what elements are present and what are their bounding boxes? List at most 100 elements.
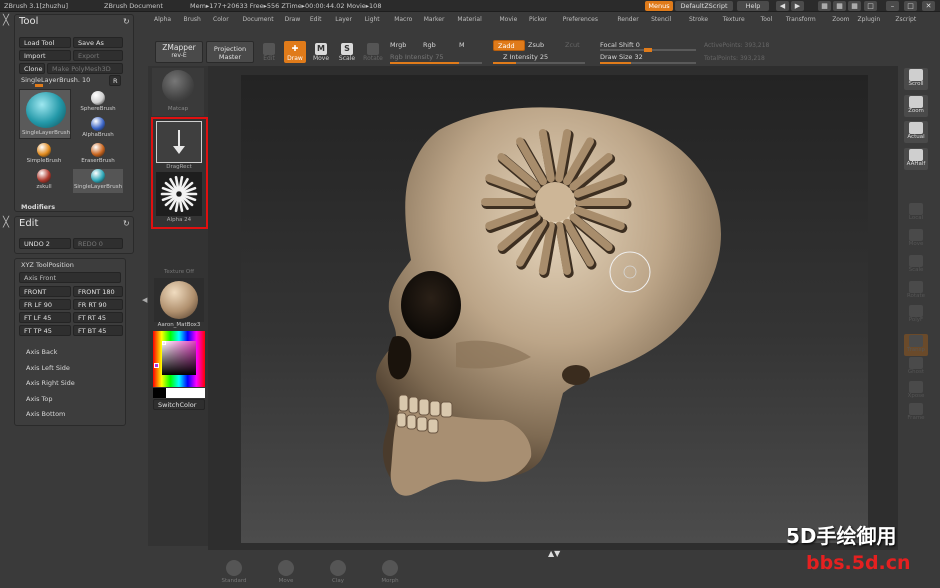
tray-rotate[interactable]: Rotate [904,280,928,302]
tray-move[interactable]: Move [904,228,928,250]
tray-local[interactable]: Local [904,202,928,224]
menu-movie[interactable]: Movie [500,16,518,23]
tool-panel-refresh-icon[interactable]: ↻ [123,17,130,26]
xyz-ft-rt-45-button[interactable]: FT RT 45 [73,312,123,323]
focal-shift-knob[interactable] [644,48,652,52]
bottom-brush-clay[interactable]: Clay [318,560,358,584]
edit-mode-button[interactable]: Edit [258,41,280,63]
draw-mode-button[interactable]: ✚ Draw [284,41,306,63]
bottom-brush-move[interactable]: Move [266,560,306,584]
bottom-brush-standard[interactable]: Standard [214,560,254,584]
menu-texture[interactable]: Texture [723,16,745,23]
load-tool-button[interactable]: Load Tool [19,37,71,48]
lock-icon[interactable]: □ [864,1,877,11]
secondary-color-swatch[interactable] [166,388,205,398]
zmapper-button[interactable]: ZMapper rev-E [155,41,203,63]
brush-singlelayerbrush[interactable]: SingleLayerBrush [73,169,123,193]
layout-2-icon[interactable]: ▦ [833,1,846,11]
xyz-ft-lf-45-button[interactable]: FT LF 45 [19,312,71,323]
brush-spherebrush[interactable]: SphereBrush [73,91,123,115]
alpha-swatch[interactable] [156,172,202,216]
minimize-icon[interactable]: – [886,1,899,11]
skull-model[interactable] [241,75,868,543]
r-button[interactable]: R [109,75,121,86]
menu-marker[interactable]: Marker [424,16,445,23]
bottom-brush-morph[interactable]: Morph [370,560,410,584]
menu-draw[interactable]: Draw [285,16,301,23]
texture-label[interactable]: Texture Off [152,269,206,275]
redo-button[interactable]: REDO 0 [73,238,123,249]
maximize-icon[interactable]: □ [904,1,917,11]
xyz-front-button[interactable]: FRONT [19,286,71,297]
menu-alpha[interactable]: Alpha [154,16,171,23]
current-tool-thumbnail[interactable]: SingleLayerBrush [19,89,71,139]
xyz-ft-bt-45-button[interactable]: FT BT 45 [73,325,123,336]
menu-zplugin[interactable]: Zplugin [858,16,881,23]
menu-edit[interactable]: Edit [310,16,322,23]
menus-button[interactable]: Menus [645,1,673,11]
tray-frame[interactable]: Frame [904,402,928,424]
move-mode-button[interactable]: M Move [310,41,332,63]
scale-mode-button[interactable]: S Scale [336,41,358,63]
switch-color-button[interactable]: SwitchColor [153,399,205,410]
material2-swatch[interactable] [154,278,204,322]
menu-brush[interactable]: Brush [184,16,201,23]
xyz-ft-tp-45-button[interactable]: FT TP 45 [19,325,71,336]
main-color-swatch[interactable] [153,388,166,398]
menu-layer[interactable]: Layer [335,16,352,23]
menu-material[interactable]: Material [457,16,481,23]
clone-button[interactable]: Clone [19,63,45,74]
canvas[interactable] [241,75,868,543]
menu-preferences[interactable]: Preferences [563,16,598,23]
canvas-scroll-arrow-icon[interactable]: ▲▼ [548,549,560,558]
menu-color[interactable]: Color [213,16,229,23]
mrgb-button[interactable]: Mrgb [390,41,406,49]
menu-zoom[interactable]: Zoom [832,16,849,23]
color-picker[interactable] [153,331,205,387]
menu-render[interactable]: Render [617,16,638,23]
menu-document[interactable]: Document [243,16,274,23]
close-icon[interactable]: ✕ [922,1,935,11]
xyz-front-180-button[interactable]: FRONT 180 [73,286,123,297]
xyz-fr-rt-90-button[interactable]: FR RT 90 [73,299,123,310]
material-swatch[interactable]: Matcap [152,68,204,116]
tray-actual[interactable]: Actual [904,121,928,143]
tray-zoom[interactable]: Zoom [904,95,928,117]
axis-item-axis-top[interactable]: Axis Top [26,395,53,403]
menu-stroke[interactable]: Stroke [689,16,708,23]
layout-3-icon[interactable]: ▦ [848,1,861,11]
menu-macro[interactable]: Macro [394,16,412,23]
axis-front-header[interactable]: Axis Front [19,272,121,283]
menu-zscript[interactable]: Zscript [895,16,916,23]
modifiers-label[interactable]: Modifiers [21,203,55,211]
zcut-button[interactable]: Zcut [565,41,580,49]
make-polymesh-button[interactable]: Make PolyMesh3D [47,63,123,74]
zadd-button[interactable]: Zadd [493,40,525,51]
tray-xpose[interactable]: Xpose [904,380,928,402]
tray-aahalf[interactable]: AAHalf [904,148,928,170]
axis-item-axis-back[interactable]: Axis Back [26,348,57,356]
undo-button[interactable]: UNDO 2 [19,238,71,249]
import-button[interactable]: Import [19,50,71,61]
rgb-button[interactable]: Rgb [423,41,436,49]
nav-back-icon[interactable]: ◀ [776,1,789,11]
axis-item-axis-left-side[interactable]: Axis Left Side [26,364,70,372]
zsub-button[interactable]: Zsub [528,41,544,49]
tray-scale[interactable]: Scale [904,254,928,276]
rotate-mode-button[interactable]: Rotate [362,41,384,63]
tray-ghost[interactable]: Ghost [904,356,928,378]
brush-simplebrush[interactable]: SimpleBrush [19,143,69,167]
brush-eraserbrush[interactable]: EraserBrush [73,143,123,167]
help-button[interactable]: Help [737,1,769,11]
menu-stencil[interactable]: Stencil [651,16,671,23]
tray-transp[interactable]: Transp [904,334,928,356]
current-tool-slider[interactable] [35,84,43,87]
menu-light[interactable]: Light [365,16,380,23]
tray-polyf[interactable]: PolyF [904,304,928,326]
projection-master-button[interactable]: Projection Master [206,41,254,63]
brush-zskull[interactable]: zskull [19,169,69,193]
layout-icon[interactable]: ▦ [818,1,831,11]
default-zscript-button[interactable]: DefaultZScript [675,1,733,11]
tray-scroll[interactable]: Scroll [904,68,928,90]
left-shelf-collapse-icon[interactable]: ◀ [142,296,147,304]
